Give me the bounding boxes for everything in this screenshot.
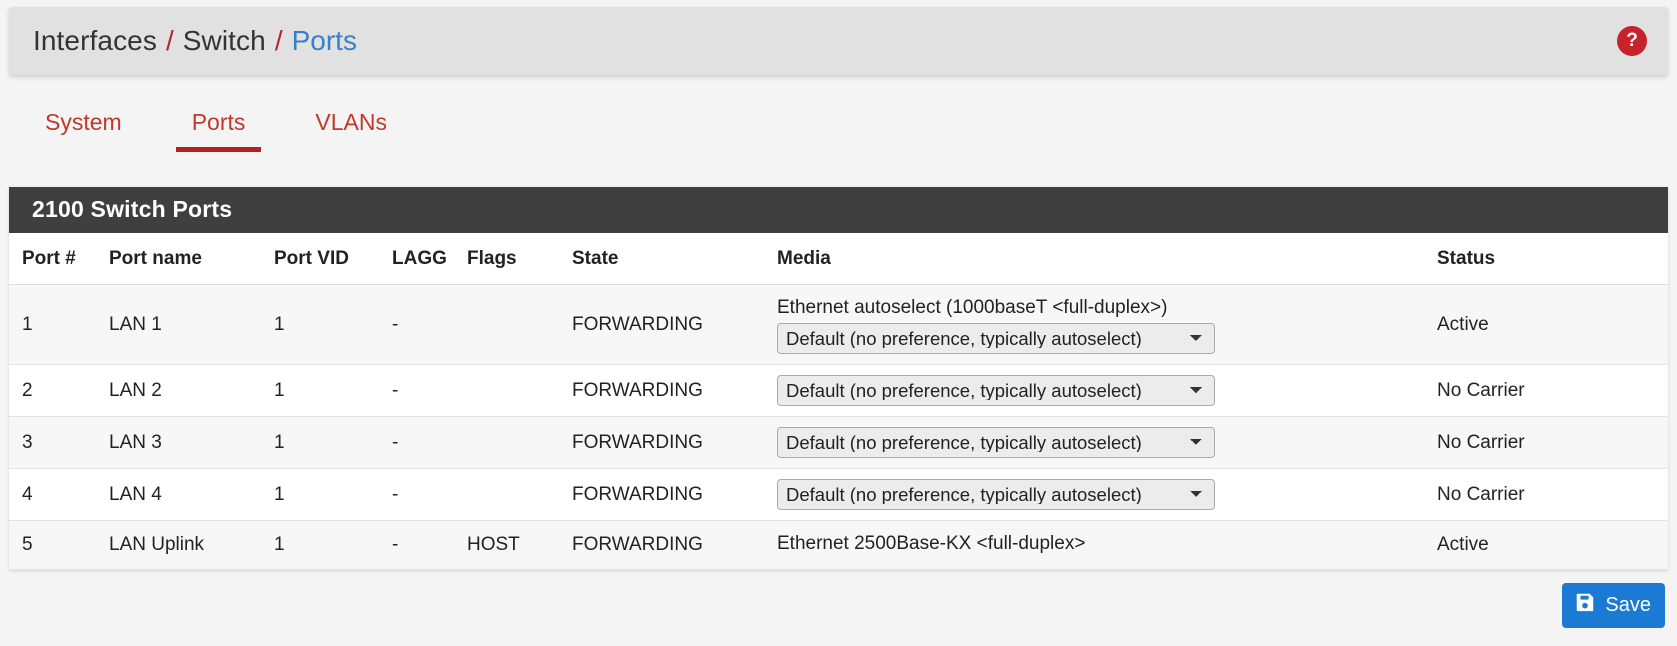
cell-port-vid: 1 <box>274 468 392 521</box>
media-preference-select[interactable]: Default (no preference, typically autose… <box>777 323 1215 354</box>
table-row: 4 LAN 4 1 - FORWARDING Default (no prefe… <box>9 468 1668 521</box>
cell-lagg: - <box>392 364 467 417</box>
cell-flags <box>467 364 572 417</box>
cell-media: Default (no preference, typically autose… <box>777 364 1437 417</box>
cell-state: FORWARDING <box>572 468 777 521</box>
column-header-media: Media <box>777 233 1437 285</box>
save-button-label: Save <box>1605 593 1651 616</box>
table-header-row: Port # Port name Port VID LAGG Flags Sta… <box>9 233 1668 285</box>
cell-port-name: LAN 3 <box>109 416 274 469</box>
cell-state: FORWARDING <box>572 284 777 365</box>
status-badge: Active <box>1437 520 1668 570</box>
cell-flags <box>467 416 572 469</box>
status-badge: No Carrier <box>1437 468 1668 521</box>
save-button[interactable]: Save <box>1562 583 1665 628</box>
cell-flags <box>467 284 572 365</box>
breadcrumb-item-interfaces[interactable]: Interfaces <box>33 25 157 57</box>
cell-lagg: - <box>392 284 467 365</box>
cell-port-name: LAN Uplink <box>109 520 274 570</box>
help-icon[interactable]: ? <box>1617 26 1647 56</box>
column-header-lagg: LAGG <box>392 233 467 285</box>
ports-table: Port # Port name Port VID LAGG Flags Sta… <box>9 233 1668 570</box>
media-preference-select[interactable]: Default (no preference, typically autose… <box>777 427 1215 458</box>
cell-media: Default (no preference, typically autose… <box>777 416 1437 469</box>
footer-actions: Save <box>0 570 1677 628</box>
cell-port-vid: 1 <box>274 416 392 469</box>
breadcrumb-item-switch[interactable]: Switch <box>183 25 266 57</box>
cell-state: FORWARDING <box>572 364 777 417</box>
column-header-state: State <box>572 233 777 285</box>
tab-ports[interactable]: Ports <box>175 109 262 152</box>
table-row: 2 LAN 2 1 - FORWARDING Default (no prefe… <box>9 364 1668 417</box>
media-preference-select[interactable]: Default (no preference, typically autose… <box>777 375 1215 406</box>
panel-title: 2100 Switch Ports <box>9 187 1668 233</box>
breadcrumb-bar: Interfaces / Switch / Ports ? <box>9 7 1668 75</box>
table-row: 1 LAN 1 1 - FORWARDING Ethernet autosele… <box>9 284 1668 365</box>
breadcrumb-separator: / <box>274 25 283 56</box>
ports-table-body: 1 LAN 1 1 - FORWARDING Ethernet autosele… <box>9 284 1668 570</box>
cell-media: Ethernet 2500Base-KX <full-duplex> <box>777 520 1437 570</box>
cell-port-name: LAN 2 <box>109 364 274 417</box>
cell-flags <box>467 468 572 521</box>
cell-port-number: 2 <box>9 364 109 417</box>
media-status-text: Ethernet autoselect (1000baseT <full-dup… <box>777 297 1168 318</box>
switch-ports-panel: 2100 Switch Ports Port # Port name Port … <box>9 187 1668 570</box>
cell-port-number: 5 <box>9 520 109 570</box>
cell-media: Default (no preference, typically autose… <box>777 468 1437 521</box>
breadcrumb-separator: / <box>165 25 174 56</box>
cell-port-number: 1 <box>9 284 109 365</box>
tab-vlans[interactable]: VLANs <box>299 109 403 152</box>
table-row: 5 LAN Uplink 1 - HOST FORWARDING Etherne… <box>9 520 1668 570</box>
cell-lagg: - <box>392 520 467 570</box>
save-floppy-icon <box>1574 591 1596 619</box>
cell-port-number: 3 <box>9 416 109 469</box>
cell-port-vid: 1 <box>274 284 392 365</box>
cell-state: FORWARDING <box>572 416 777 469</box>
cell-port-vid: 1 <box>274 520 392 570</box>
tab-system[interactable]: System <box>29 109 138 152</box>
cell-port-vid: 1 <box>274 364 392 417</box>
cell-media: Ethernet autoselect (1000baseT <full-dup… <box>777 284 1437 365</box>
tab-bar: System Ports VLANs <box>0 109 1677 167</box>
cell-state: FORWARDING <box>572 520 777 570</box>
status-badge: No Carrier <box>1437 416 1668 469</box>
column-header-port-name: Port name <box>109 233 274 285</box>
column-header-flags: Flags <box>467 233 572 285</box>
cell-port-name: LAN 4 <box>109 468 274 521</box>
column-header-status: Status <box>1437 233 1668 285</box>
cell-port-number: 4 <box>9 468 109 521</box>
column-header-port-number: Port # <box>9 233 109 285</box>
cell-port-name: LAN 1 <box>109 284 274 365</box>
media-preference-select[interactable]: Default (no preference, typically autose… <box>777 479 1215 510</box>
media-status-text: Ethernet 2500Base-KX <full-duplex> <box>777 533 1086 554</box>
table-row: 3 LAN 3 1 - FORWARDING Default (no prefe… <box>9 416 1668 469</box>
status-badge: No Carrier <box>1437 364 1668 417</box>
status-badge: Active <box>1437 284 1668 365</box>
cell-flags: HOST <box>467 520 572 570</box>
breadcrumb-current-ports[interactable]: Ports <box>292 25 357 57</box>
cell-lagg: - <box>392 416 467 469</box>
column-header-port-vid: Port VID <box>274 233 392 285</box>
cell-lagg: - <box>392 468 467 521</box>
